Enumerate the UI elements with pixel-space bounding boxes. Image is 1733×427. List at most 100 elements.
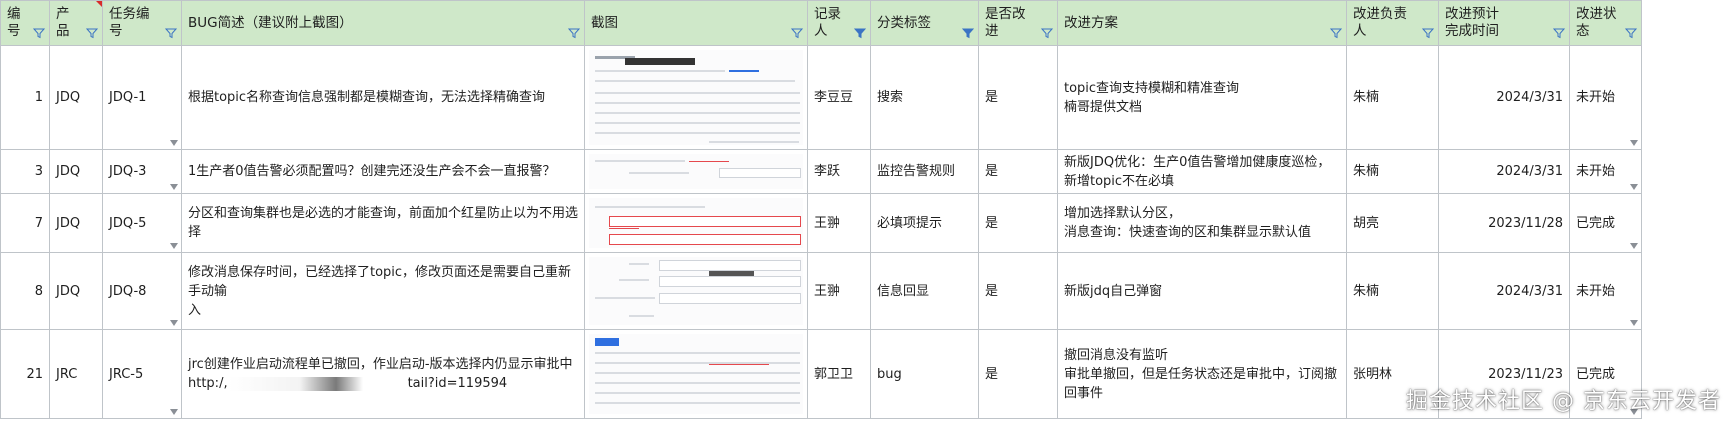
cell-owner[interactable]: 朱楠 [1346,45,1439,150]
cell-tag[interactable]: 搜索 [870,45,979,150]
cell-recorder[interactable]: 王翀 [807,252,871,330]
cell-status[interactable]: 未开始 [1569,45,1642,150]
cell-screenshot[interactable] [584,252,808,330]
screenshot-thumbnail[interactable] [589,50,803,145]
table-row[interactable]: 8 JDQ JDQ-8 修改消息保存时间，已经选择了topic，修改页面还是需要… [0,252,1642,330]
cell-tag[interactable]: 信息回显 [870,252,979,330]
screenshot-thumbnail[interactable] [589,257,803,325]
header-recorder[interactable]: 记录人 [807,0,871,46]
cell-task[interactable]: JRC-5 [102,329,182,419]
cell-screenshot[interactable] [584,45,808,150]
cell-recorder[interactable]: 李豆豆 [807,45,871,150]
dropdown-arrow-icon[interactable] [170,320,178,326]
header-plan[interactable]: 改进方案 [1057,0,1347,46]
cell-eta[interactable]: 2023/11/28 [1438,193,1570,253]
cell-task[interactable]: JDQ-1 [102,45,182,150]
filter-icon[interactable] [568,27,580,39]
cell-owner[interactable]: 朱楠 [1346,252,1439,330]
cell-recorder[interactable]: 王翀 [807,193,871,253]
cell-improve[interactable]: 是 [978,45,1058,150]
header-product[interactable]: 产品 [49,0,103,46]
header-status[interactable]: 改进状态 [1569,0,1642,46]
cell-improve[interactable]: 是 [978,193,1058,253]
cell-task[interactable]: JDQ-5 [102,193,182,253]
cell-improve[interactable]: 是 [978,329,1058,419]
cell-improve[interactable]: 是 [978,149,1058,194]
dropdown-arrow-icon[interactable] [1630,243,1638,249]
cell-id[interactable]: 8 [0,252,50,330]
cell-eta[interactable]: 2024/3/31 [1438,149,1570,194]
cell-id[interactable]: 3 [0,149,50,194]
header-bug-desc[interactable]: BUG简述（建议附上截图） [181,0,585,46]
header-eta[interactable]: 改进预计 完成时间 [1438,0,1570,46]
filter-icon[interactable] [1422,27,1434,39]
cell-id[interactable]: 21 [0,329,50,419]
cell-plan[interactable]: 撤回消息没有监听 审批单撤回，但是任务状态还是审批中，订阅撤 回事件 [1057,329,1347,419]
cell-task[interactable]: JDQ-3 [102,149,182,194]
header-screenshot[interactable]: 截图 [584,0,808,46]
header-owner[interactable]: 改进负责人 [1346,0,1439,46]
cell-tag[interactable]: 监控告警规则 [870,149,979,194]
filter-active-icon[interactable] [854,27,866,39]
cell-plan[interactable]: 增加选择默认分区， 消息查询：快速查询的区和集群显示默认值 [1057,193,1347,253]
cell-eta[interactable]: 2024/3/31 [1438,45,1570,150]
cell-owner[interactable]: 胡亮 [1346,193,1439,253]
cell-desc[interactable]: 修改消息保存时间，已经选择了topic，修改页面还是需要自己重新手动输入 [181,252,585,330]
cell-id[interactable]: 7 [0,193,50,253]
cell-desc[interactable]: jrc创建作业启动流程单已撤回，作业启动-版本选择内仍显示审批中 http:/,… [181,329,585,419]
screenshot-thumbnail[interactable] [589,334,803,414]
cell-screenshot[interactable] [584,149,808,194]
table-row[interactable]: 21 JRC JRC-5 jrc创建作业启动流程单已撤回，作业启动-版本选择内仍… [0,329,1642,419]
cell-plan[interactable]: 新版JDQ优化：生产0值告警增加健康度巡检， 新增topic不在必填 [1057,149,1347,194]
screenshot-thumbnail[interactable] [589,198,803,248]
cell-product[interactable]: JDQ [49,193,103,253]
cell-recorder[interactable]: 郭卫卫 [807,329,871,419]
filter-icon[interactable] [1625,27,1637,39]
cell-status[interactable]: 已完成 [1569,193,1642,253]
screenshot-thumbnail[interactable] [589,154,803,189]
dropdown-arrow-icon[interactable] [1630,320,1638,326]
cell-desc[interactable]: 根据topic名称查询信息强制都是模糊查询，无法选择精确查询 [181,45,585,150]
table-row[interactable]: 3 JDQ JDQ-3 1生产者0值告警必须配置吗？创建完还没生产会不会一直报警… [0,149,1642,194]
cell-product[interactable]: JRC [49,329,103,419]
cell-product[interactable]: JDQ [49,45,103,150]
filter-icon[interactable] [86,27,98,39]
cell-product[interactable]: JDQ [49,149,103,194]
dropdown-arrow-icon[interactable] [170,184,178,190]
cell-product[interactable]: JDQ [49,252,103,330]
cell-plan[interactable]: 新版jdq自己弹窗 [1057,252,1347,330]
cell-plan[interactable]: topic查询支持模糊和精准查询 楠哥提供文档 [1057,45,1347,150]
cell-improve[interactable]: 是 [978,252,1058,330]
header-tag[interactable]: 分类标签 [870,0,979,46]
dropdown-arrow-icon[interactable] [1630,140,1638,146]
table-row[interactable]: 1 JDQ JDQ-1 根据topic名称查询信息强制都是模糊查询，无法选择精确… [0,45,1642,150]
cell-tag[interactable]: bug [870,329,979,419]
cell-task[interactable]: JDQ-8 [102,252,182,330]
cell-status[interactable]: 未开始 [1569,149,1642,194]
cell-status[interactable]: 未开始 [1569,252,1642,330]
cell-owner[interactable]: 朱楠 [1346,149,1439,194]
filter-icon[interactable] [33,27,45,39]
cell-recorder[interactable]: 李跃 [807,149,871,194]
dropdown-arrow-icon[interactable] [170,409,178,415]
cell-id[interactable]: 1 [0,45,50,150]
filter-active-icon[interactable] [962,27,974,39]
cell-desc[interactable]: 1生产者0值告警必须配置吗？创建完还没生产会不会一直报警？ [181,149,585,194]
filter-icon[interactable] [1330,27,1342,39]
filter-icon[interactable] [791,27,803,39]
filter-icon[interactable] [1041,27,1053,39]
header-improve[interactable]: 是否改进 [978,0,1058,46]
filter-icon[interactable] [165,27,177,39]
cell-screenshot[interactable] [584,193,808,253]
filter-icon[interactable] [1553,27,1565,39]
table-row[interactable]: 7 JDQ JDQ-5 分区和查询集群也是必选的才能查询，前面加个红星防止以为不… [0,193,1642,253]
header-id[interactable]: 编号 [0,0,50,46]
cell-eta[interactable]: 2024/3/31 [1438,252,1570,330]
cell-desc[interactable]: 分区和查询集群也是必选的才能查询，前面加个红星防止以为不用选择 [181,193,585,253]
dropdown-arrow-icon[interactable] [170,243,178,249]
cell-screenshot[interactable] [584,329,808,419]
dropdown-arrow-icon[interactable] [1630,184,1638,190]
dropdown-arrow-icon[interactable] [170,140,178,146]
cell-tag[interactable]: 必填项提示 [870,193,979,253]
header-task[interactable]: 任务编号 [102,0,182,46]
